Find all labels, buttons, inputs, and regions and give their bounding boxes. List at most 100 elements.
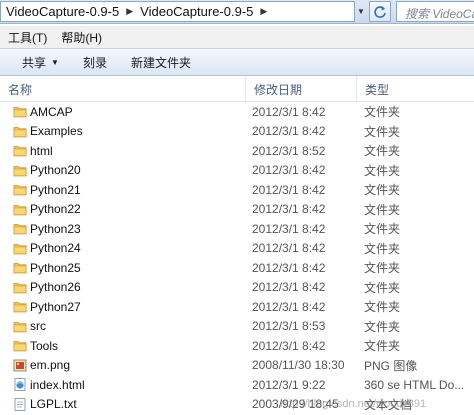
new-folder-label: 新建文件夹 — [130, 55, 191, 70]
file-type: 文件夹 — [364, 261, 401, 276]
file-type: 文件夹 — [364, 222, 401, 237]
text-file-icon — [13, 397, 27, 411]
file-row[interactable]: src 2012/3/1 8:53 文件夹 — [0, 317, 474, 337]
file-row[interactable]: Python22 2012/3/1 8:42 文件夹 — [0, 200, 474, 220]
file-name: index.html — [30, 377, 85, 392]
file-row[interactable]: Python26 2012/3/1 8:42 文件夹 — [0, 278, 474, 298]
breadcrumb-item[interactable]: VideoCapture-0.9-5 — [1, 4, 123, 19]
file-name: Python22 — [30, 202, 81, 217]
menu-help[interactable]: 帮助(H) — [53, 29, 108, 46]
file-name: src — [30, 319, 46, 334]
file-row[interactable]: Python25 2012/3/1 8:42 文件夹 — [0, 258, 474, 278]
folder-icon — [13, 164, 27, 177]
folder-icon — [13, 222, 27, 235]
html-file-icon — [13, 378, 27, 391]
file-type: 文件夹 — [364, 300, 401, 315]
file-modified-date: 2012/3/1 8:42 — [252, 299, 326, 314]
file-name: Python24 — [30, 241, 81, 256]
file-type: 文件夹 — [364, 241, 401, 256]
menu-tools[interactable]: 工具(T) — [0, 29, 53, 46]
folder-icon — [13, 203, 27, 216]
file-modified-date: 2008/11/30 18:30 — [252, 358, 345, 373]
file-modified-date: 2012/3/1 8:42 — [252, 338, 326, 353]
file-name: Python23 — [30, 221, 81, 236]
search-input[interactable]: 搜索 VideoCapture-0... — [396, 1, 474, 22]
folder-icon — [13, 281, 27, 294]
share-button[interactable]: 共享 ▼ — [0, 54, 71, 71]
file-list: AMCAP 2012/3/1 8:42 文件夹 Examples 2012/3/1 8:… — [0, 102, 474, 414]
file-modified-date: 2012/3/1 8:42 — [252, 163, 326, 178]
burn-button[interactable]: 刻录 — [71, 54, 119, 71]
refresh-icon — [374, 5, 386, 18]
file-row[interactable]: AMCAP 2012/3/1 8:42 文件夹 — [0, 102, 474, 122]
file-modified-date: 2012/3/1 8:42 — [252, 182, 326, 197]
column-header: 名称 修改日期 类型 — [0, 76, 474, 102]
command-toolbar: 共享 ▼ 刻录 新建文件夹 — [0, 48, 474, 76]
folder-icon — [13, 242, 27, 255]
address-bar: VideoCapture-0.9-5 ▶ VideoCapture-0.9-5 … — [0, 0, 474, 24]
column-type-label: 类型 — [365, 82, 390, 97]
file-type: 360 se HTML Do... — [364, 377, 465, 392]
file-row[interactable]: Python20 2012/3/1 8:42 文件夹 — [0, 161, 474, 181]
file-modified-date: 2012/3/1 8:42 — [252, 241, 326, 256]
file-type: PNG 图像 — [364, 358, 418, 373]
file-modified-date: 2012/3/1 8:42 — [252, 124, 326, 139]
refresh-button[interactable] — [369, 1, 391, 22]
file-name: Python27 — [30, 299, 81, 314]
folder-icon — [13, 300, 27, 313]
file-row[interactable]: em.png 2008/11/30 18:30 PNG 图像 — [0, 356, 474, 376]
file-modified-date: 2012/3/1 8:42 — [252, 280, 326, 295]
file-name: Examples — [30, 124, 83, 139]
file-modified-date: 2012/3/1 9:22 — [252, 377, 326, 392]
address-dropdown-icon[interactable]: ▼ — [355, 1, 367, 22]
file-row[interactable]: Examples 2012/3/1 8:42 文件夹 — [0, 122, 474, 142]
share-label: 共享 — [22, 55, 47, 70]
new-folder-button[interactable]: 新建文件夹 — [119, 54, 203, 71]
file-modified-date: 2012/3/1 8:53 — [252, 319, 326, 334]
file-row[interactable]: Tools 2012/3/1 8:42 文件夹 — [0, 336, 474, 356]
folder-icon — [13, 320, 27, 333]
file-name: Python20 — [30, 163, 81, 178]
chevron-down-icon: ▼ — [51, 57, 59, 67]
file-type: 文件夹 — [364, 280, 401, 295]
column-name-header[interactable]: 名称 — [0, 76, 246, 102]
file-modified-date: 2012/3/1 8:42 — [252, 221, 326, 236]
png-image-icon — [13, 359, 27, 372]
column-date-label: 修改日期 — [254, 82, 303, 97]
file-name: AMCAP — [30, 104, 73, 119]
file-row[interactable]: Python24 2012/3/1 8:42 文件夹 — [0, 239, 474, 259]
folder-icon — [13, 339, 27, 352]
breadcrumb-separator-icon[interactable]: ▶ — [123, 6, 136, 17]
file-type: 文件夹 — [364, 144, 401, 159]
folder-icon — [13, 125, 27, 138]
file-row[interactable]: html 2012/3/1 8:52 文件夹 — [0, 141, 474, 161]
file-modified-date: 2012/3/1 8:52 — [252, 143, 326, 158]
column-name-label: 名称 — [8, 82, 33, 97]
folder-icon — [13, 261, 27, 274]
file-modified-date: 2012/3/1 8:42 — [252, 202, 326, 217]
file-row[interactable]: Python23 2012/3/1 8:42 文件夹 — [0, 219, 474, 239]
menu-bar: 工具(T) 帮助(H) — [0, 26, 474, 48]
file-name: Tools — [30, 338, 59, 353]
file-type: 文件夹 — [364, 202, 401, 217]
file-type: 文件夹 — [364, 105, 401, 120]
file-modified-date: 2012/3/1 8:42 — [252, 104, 326, 119]
burn-label: 刻录 — [82, 55, 107, 70]
file-name: html — [30, 143, 53, 158]
file-type: 文件夹 — [364, 163, 401, 178]
folder-icon — [13, 183, 27, 196]
watermark: http://blog.csdn.net/woody891 — [280, 398, 427, 410]
file-type: 文件夹 — [364, 183, 401, 198]
column-date-header[interactable]: 修改日期 — [246, 76, 357, 102]
file-name: Python21 — [30, 182, 81, 197]
file-name: LGPL.txt — [30, 397, 77, 412]
file-type: 文件夹 — [364, 319, 401, 334]
file-row[interactable]: Python27 2012/3/1 8:42 文件夹 — [0, 297, 474, 317]
breadcrumb-separator-icon[interactable]: ▶ — [257, 6, 270, 17]
breadcrumb-item[interactable]: VideoCapture-0.9-5 — [136, 4, 257, 19]
file-row[interactable]: index.html 2012/3/1 9:22 360 se HTML Do... — [0, 375, 474, 395]
breadcrumb[interactable]: VideoCapture-0.9-5 ▶ VideoCapture-0.9-5 … — [0, 1, 355, 22]
column-type-header[interactable]: 类型 — [357, 76, 474, 102]
file-modified-date: 2012/3/1 8:42 — [252, 260, 326, 275]
file-row[interactable]: Python21 2012/3/1 8:42 文件夹 — [0, 180, 474, 200]
